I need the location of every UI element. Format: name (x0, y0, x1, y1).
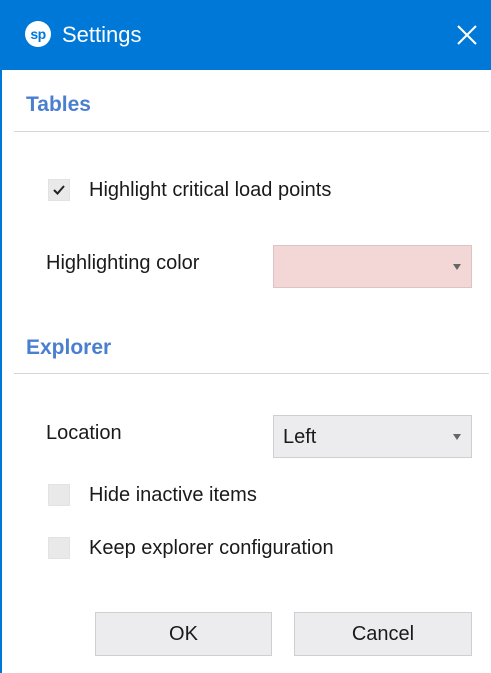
checkmark-icon (53, 185, 65, 195)
hide-inactive-checkbox-row[interactable]: Hide inactive items (48, 482, 308, 508)
app-logo-icon: sp (25, 21, 51, 47)
tables-section-header: Tables (26, 93, 91, 116)
keep-config-checkbox-row[interactable]: Keep explorer configuration (48, 535, 398, 561)
explorer-section-header: Explorer (26, 336, 112, 359)
cancel-button[interactable]: Cancel (294, 612, 472, 656)
settings-dialog: sp Settings Tables Highlight critical lo… (0, 0, 491, 673)
highlight-critical-label: Highlight critical load points (89, 179, 332, 201)
keep-config-label: Keep explorer configuration (89, 537, 334, 559)
close-button[interactable] (450, 18, 484, 52)
highlight-critical-checkbox[interactable] (48, 179, 70, 201)
keep-config-checkbox[interactable] (48, 537, 70, 559)
hide-inactive-checkbox[interactable] (48, 484, 70, 506)
location-value: Left (283, 426, 317, 448)
location-dropdown[interactable]: Left (273, 415, 472, 458)
dialog-title: Settings (62, 22, 142, 47)
close-icon (457, 25, 477, 45)
location-label: Location (46, 422, 122, 444)
chevron-down-icon (453, 264, 461, 270)
highlighting-color-label: Highlighting color (46, 252, 200, 274)
title-bar: sp Settings (2, 0, 491, 70)
chevron-down-icon (453, 434, 461, 440)
hide-inactive-label: Hide inactive items (89, 484, 257, 506)
explorer-divider (14, 373, 489, 374)
tables-divider (14, 131, 489, 132)
highlighting-color-dropdown[interactable] (273, 245, 472, 288)
ok-button[interactable]: OK (95, 612, 272, 656)
highlight-critical-checkbox-row[interactable]: Highlight critical load points (48, 177, 408, 203)
